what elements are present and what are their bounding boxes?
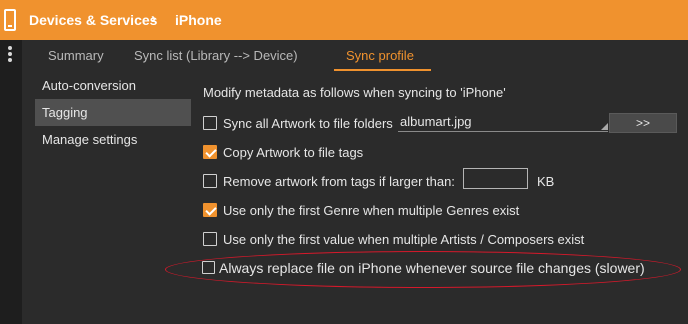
artwork-size-input[interactable] [463,168,528,189]
artwork-more-button[interactable]: >> [609,113,677,133]
copy-artwork-tags-label: Copy Artwork to file tags [223,145,364,160]
sync-artwork-folders-checkbox[interactable] [203,116,217,130]
tab-sync-profile[interactable]: Sync profile [346,48,414,63]
first-genre-label: Use only the first Genre when multiple G… [223,203,520,218]
tab-summary[interactable]: Summary [48,48,104,63]
highlight-annotation [165,251,681,288]
title-bar: Devices & Services › iPhone [0,0,688,40]
first-artist-label: Use only the first value when multiple A… [223,232,585,247]
side-navigation: Auto-conversion Tagging Manage settings [35,72,191,324]
remove-large-artwork-checkbox[interactable] [203,174,217,188]
breadcrumb-iphone: iPhone [175,12,222,28]
artwork-filename-value: albumart.jpg [400,114,472,129]
remove-large-artwork-label: Remove artwork from tags if larger than: [223,174,455,189]
sidebar-item-manage-settings[interactable]: Manage settings [35,126,191,153]
active-tab-indicator [334,69,431,71]
sync-artwork-folders-label: Sync all Artwork to file folders [223,116,393,131]
chevron-right-icon: › [151,10,156,27]
sidebar-item-auto-conversion[interactable]: Auto-conversion [35,72,191,99]
dropdown-arrow-icon [601,123,608,130]
section-heading: Modify metadata as follows when syncing … [203,85,506,100]
breadcrumb-devices-services[interactable]: Devices & Services [29,12,157,28]
tab-sync-list[interactable]: Sync list (Library --> Device) [134,48,298,63]
phone-icon [4,9,16,31]
kebab-menu-icon[interactable] [8,46,12,62]
size-unit-label: KB [537,174,555,189]
left-toolbar [0,40,22,324]
copy-artwork-tags-checkbox[interactable] [203,145,217,159]
first-genre-checkbox[interactable] [203,203,217,217]
first-artist-checkbox[interactable] [203,232,217,246]
artwork-filename-select[interactable]: albumart.jpg [398,112,608,132]
tab-bar: Summary Sync list (Library --> Device) S… [22,40,688,72]
sidebar-item-tagging[interactable]: Tagging [35,99,191,126]
